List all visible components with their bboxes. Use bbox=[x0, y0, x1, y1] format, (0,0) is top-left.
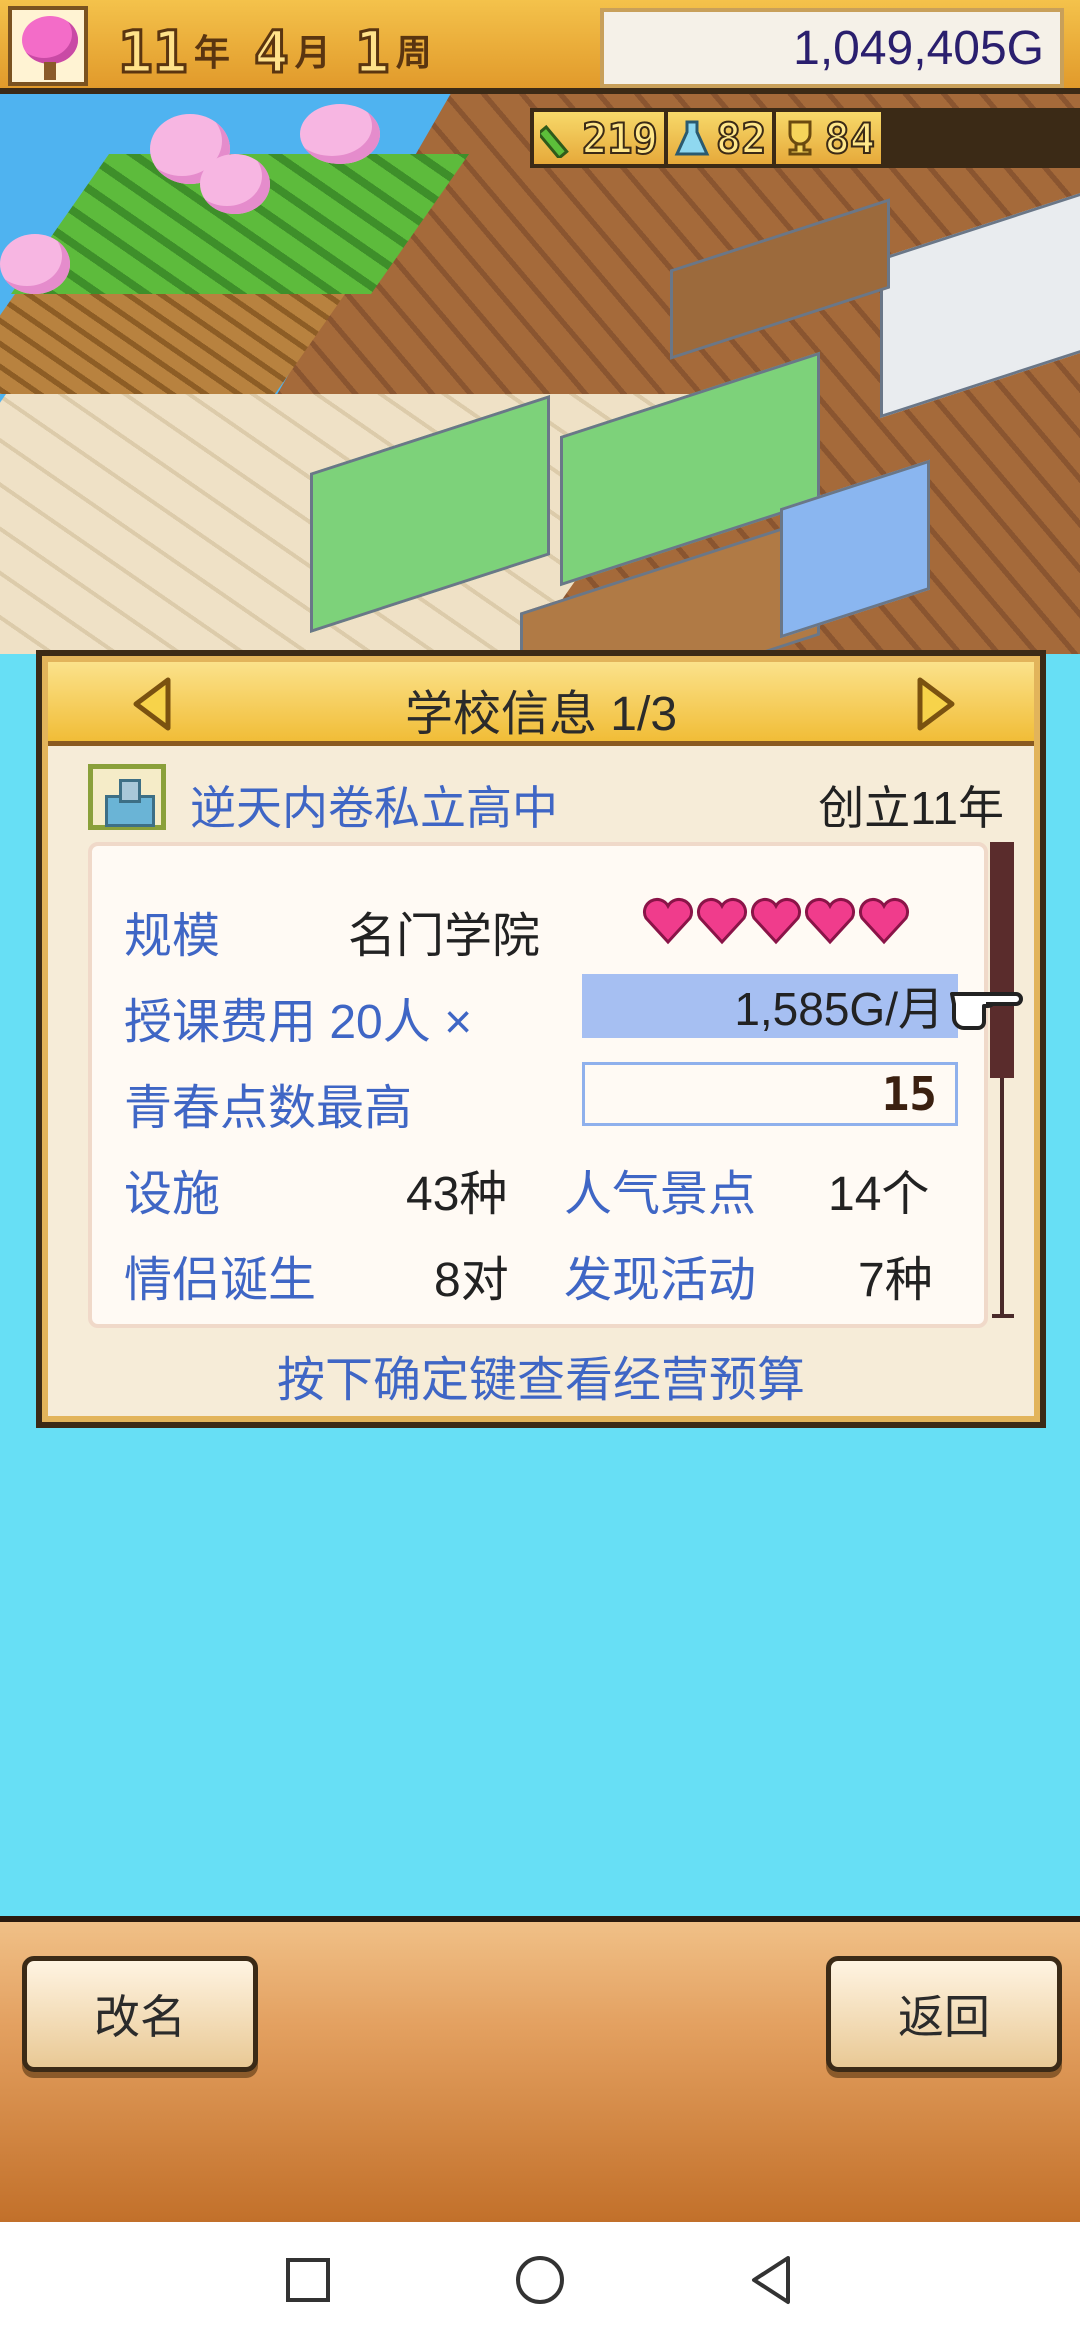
facilities-value: 43种 bbox=[406, 1168, 508, 1221]
stat-flask-value: 82 bbox=[715, 113, 768, 164]
budget-hint-text: 按下确定键查看经营预算 bbox=[276, 1354, 805, 1407]
week-unit: 周 bbox=[395, 33, 432, 74]
cherry-blossom-tree bbox=[200, 154, 270, 214]
youth-points-field[interactable]: 15 bbox=[582, 1062, 958, 1126]
couples-label: 情侣诞生 bbox=[124, 1254, 317, 1307]
top-status-bar: 11 年 4 月 1 周 1,049,405G bbox=[0, 0, 1080, 94]
home-circle-icon[interactable] bbox=[510, 2250, 570, 2310]
scale-label: 规模 bbox=[124, 910, 221, 963]
rename-button[interactable]: 改名 bbox=[22, 1956, 258, 2072]
activities-value: 7种 bbox=[858, 1254, 933, 1307]
popular-spots-label: 人气景点 bbox=[564, 1168, 757, 1221]
tuition-fee-field[interactable]: 1,585G/月 bbox=[582, 974, 958, 1038]
facilities-label: 设施 bbox=[124, 1168, 221, 1221]
flask-icon bbox=[674, 120, 710, 156]
back-triangle-icon[interactable] bbox=[742, 2250, 802, 2310]
cherry-blossom-tree bbox=[0, 234, 70, 294]
month-number: 4 bbox=[252, 18, 290, 86]
school-founded: 创立11年 bbox=[818, 782, 1004, 834]
heart-icon bbox=[804, 897, 856, 945]
month-unit: 月 bbox=[294, 33, 331, 74]
school-building-icon bbox=[88, 764, 166, 830]
panel-header: 学校信息 1/3 bbox=[48, 662, 1034, 746]
bottom-action-bar: 改名 返回 bbox=[0, 1916, 1080, 2222]
cherry-tree-icon[interactable] bbox=[8, 6, 88, 86]
year-number: 11 bbox=[117, 18, 190, 86]
stat-flask: 82 bbox=[667, 112, 773, 164]
trophy-icon bbox=[788, 120, 812, 156]
heart-icon bbox=[858, 897, 910, 945]
popular-spots-value: 14个 bbox=[828, 1168, 930, 1221]
heart-icon bbox=[750, 897, 802, 945]
cherry-blossom-tree bbox=[300, 104, 380, 164]
school-name: 逆天内卷私立高中 bbox=[190, 782, 558, 834]
heart-icon bbox=[642, 897, 694, 945]
week-number: 1 bbox=[353, 18, 391, 86]
resource-stats-bar: 219 82 84 bbox=[530, 108, 1080, 168]
activities-label: 发现活动 bbox=[564, 1254, 757, 1307]
stat-trophy-value: 84 bbox=[823, 113, 876, 164]
school-identity-row: 逆天内卷私立高中 创立11年 bbox=[88, 760, 1018, 840]
pointing-hand-cursor-icon bbox=[950, 992, 1023, 1030]
scrollbar-thumb[interactable] bbox=[990, 842, 1014, 1078]
school-map-view[interactable]: 219 82 84 bbox=[0, 94, 1080, 654]
recent-apps-square-icon[interactable] bbox=[278, 2250, 338, 2310]
couples-value: 8对 bbox=[434, 1254, 509, 1307]
back-button[interactable]: 返回 bbox=[826, 1956, 1062, 2072]
stat-pencil: 219 bbox=[534, 112, 664, 164]
money-display: 1,049,405G bbox=[600, 8, 1064, 88]
stat-trophy: 84 bbox=[776, 112, 882, 164]
panel-title: 学校信息 1/3 bbox=[404, 688, 678, 741]
scale-value: 名门学院 bbox=[348, 910, 541, 963]
stat-pencil-value: 219 bbox=[581, 113, 659, 164]
heart-icon bbox=[696, 897, 748, 945]
youth-points-label: 青春点数最高 bbox=[124, 1082, 413, 1135]
next-page-arrow-icon[interactable] bbox=[910, 676, 960, 732]
school-info-panel: 学校信息 1/3 逆天内卷私立高中 创立11年 规模 名门学院 授课费用 20人… bbox=[36, 650, 1046, 1428]
system-navigation-bar bbox=[0, 2222, 1080, 2340]
game-date: 11 年 4 月 1 周 bbox=[117, 14, 456, 86]
tuition-label: 授课费用 20人 × bbox=[124, 996, 473, 1049]
prestige-hearts bbox=[642, 896, 912, 946]
pencil-icon bbox=[540, 124, 569, 158]
year-unit: 年 bbox=[193, 33, 230, 74]
info-scrollbar[interactable] bbox=[988, 842, 1016, 1318]
